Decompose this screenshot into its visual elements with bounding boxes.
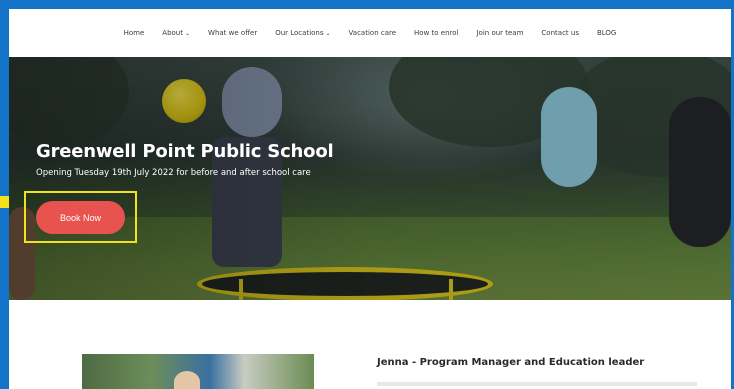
hero-overlay [9,57,731,300]
nav-item-label: Home [123,29,145,37]
staff-text-placeholder [377,382,697,386]
nav-item-label: What we offer [208,29,258,37]
page: Home About ⌄ What we offer Our Locations… [9,9,731,389]
nav-item-contact-us[interactable]: Contact us [532,29,588,37]
nav-item-join-our-team[interactable]: Join our team [467,29,532,37]
staff-heading: Jenna - Program Manager and Education le… [377,357,645,368]
nav-item-about[interactable]: About ⌄ [153,29,199,37]
nav-item-label: About [162,29,183,37]
nav-item-blog[interactable]: BLOG [588,29,625,37]
nav-item-label: How to enrol [414,29,459,37]
hero-title: Greenwell Point Public School [36,141,334,162]
chevron-down-icon: ⌄ [185,29,191,37]
nav-item-label: Join our team [476,29,524,37]
nav-item-vacation-care[interactable]: Vacation care [340,29,405,37]
nav-item-label: Contact us [541,29,579,37]
chevron-down-icon: ⌄ [325,29,331,37]
main-nav: Home About ⌄ What we offer Our Locations… [9,9,731,57]
nav-item-label: Our Locations [275,29,324,37]
nav-item-home[interactable]: Home [115,29,154,37]
hero-banner: Greenwell Point Public School Opening Tu… [9,57,731,300]
nav-item-label: BLOG [596,29,617,37]
highlight-marker [0,196,9,208]
book-now-button[interactable]: Book Now [36,201,125,234]
hero-subtitle: Opening Tuesday 19th July 2022 for befor… [36,168,311,178]
nav-item-what-we-offer[interactable]: What we offer [199,29,266,37]
staff-photo-face [174,371,200,389]
nav-item-our-locations[interactable]: Our Locations ⌄ [266,29,339,37]
nav-item-how-to-enrol[interactable]: How to enrol [405,29,467,37]
nav-item-label: Vacation care [348,29,397,37]
